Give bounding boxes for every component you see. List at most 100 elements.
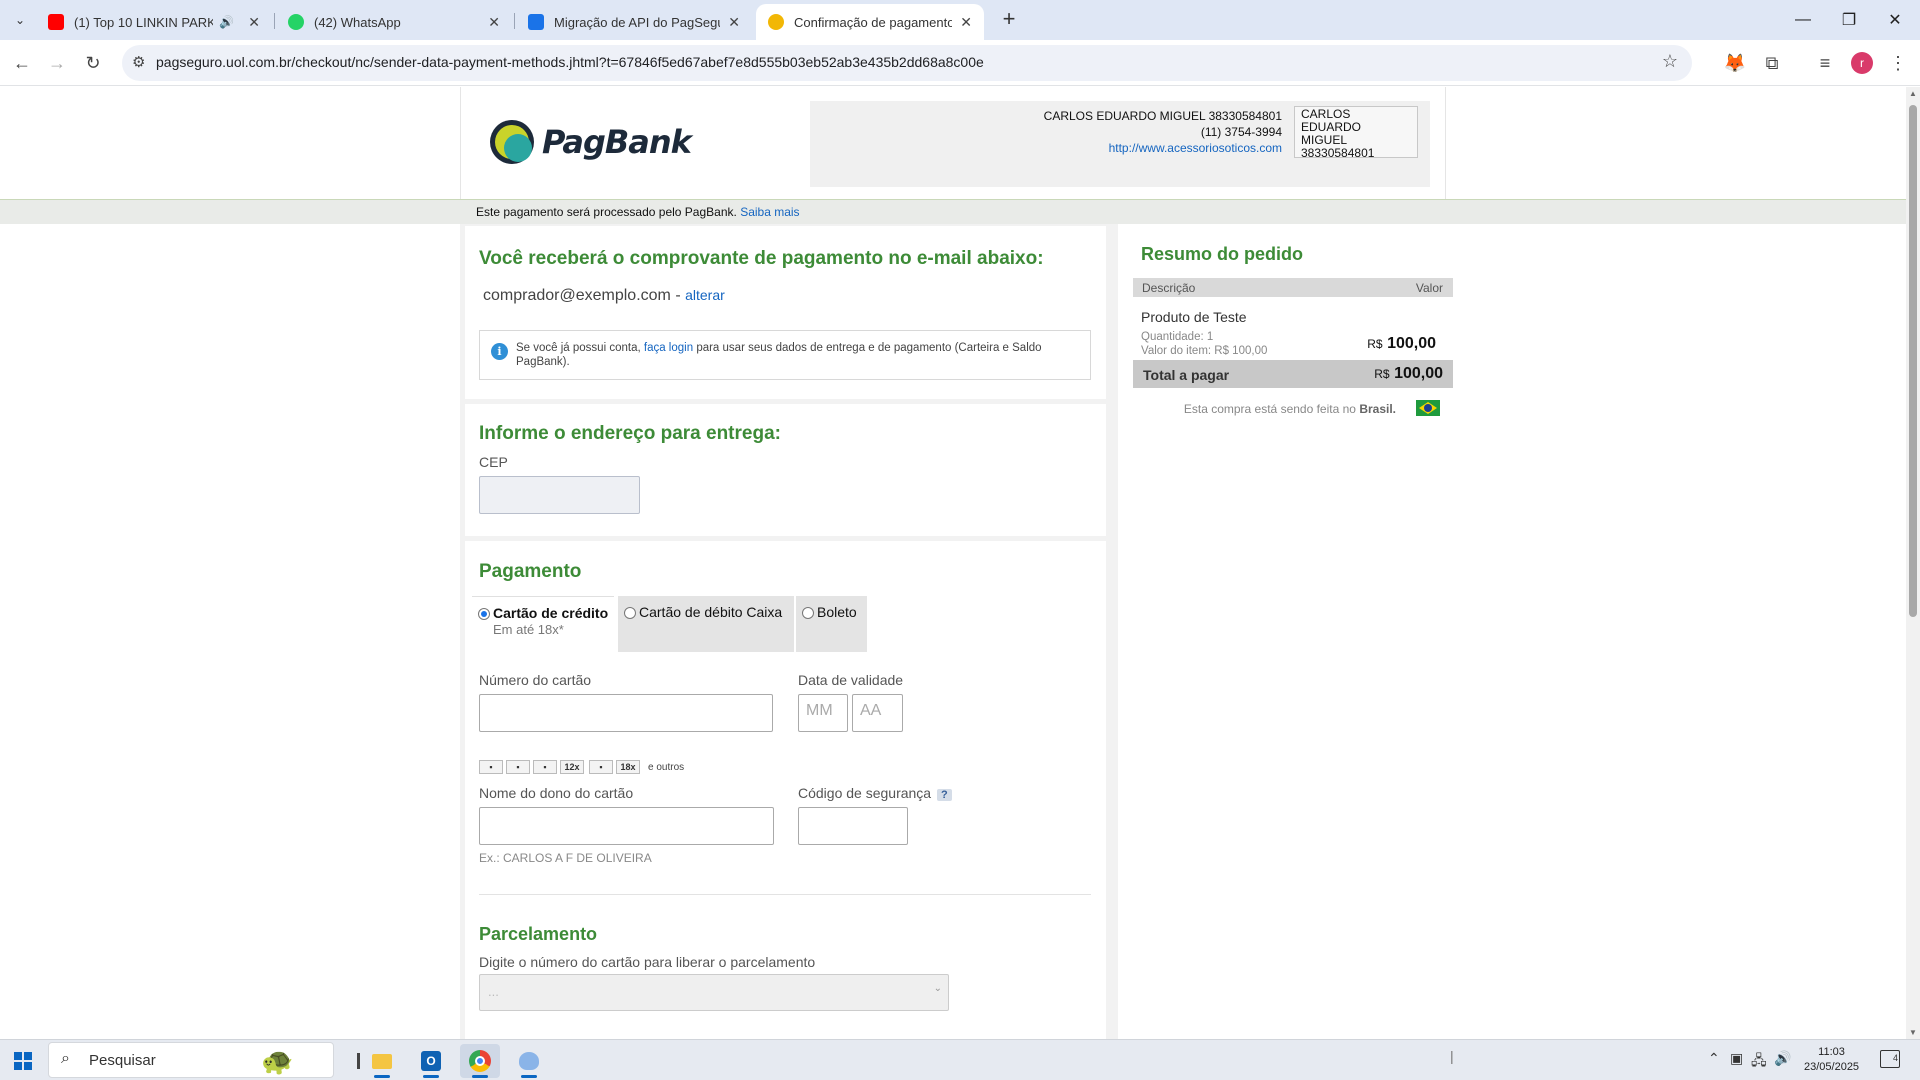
scroll-down-arrow-icon[interactable]: ▼ [1909, 1028, 1917, 1037]
device-icon[interactable]: ▣ [1730, 1050, 1743, 1067]
volume-icon[interactable]: 🔊 [1774, 1050, 1791, 1067]
notification-center-icon[interactable]: 4 [1880, 1050, 1900, 1068]
product-quantity: Quantidade: 1 [1141, 331, 1214, 343]
seller-info: CARLOS EDUARDO MIGUEL 38330584801 (11) 3… [1044, 108, 1282, 156]
country-text: Esta compra está sendo feita no [1183, 402, 1356, 416]
product-total-value: 100,00 [1387, 335, 1436, 352]
expiry-month-input[interactable]: MM [798, 694, 848, 732]
tab-credit-card[interactable]: Cartão de crédito Em até 18x* [472, 596, 614, 652]
seller-card-line: 38330584801 [1301, 146, 1375, 160]
expiry-label: Data de validade [798, 672, 904, 688]
tab-confirmacao[interactable]: Confirmação de pagamento - PagBank ✕ [756, 4, 984, 40]
page-scrollbar[interactable]: ▲ ▼ [1906, 87, 1920, 1039]
saiba-mais-link[interactable]: Saiba mais [740, 205, 799, 219]
buyer-email: comprador@exemplo.com [483, 287, 671, 304]
chevron-down-icon: ⌄ [933, 983, 942, 994]
network-icon[interactable]: 🖧 [1751, 1050, 1767, 1074]
browser-toolbar: ← → ↻ ⚙ pagseguro.uol.com.br/checkout/nc… [0, 40, 1920, 86]
tab-search-button[interactable]: ⌄ [8, 8, 32, 32]
tab-divider [274, 13, 275, 29]
tab-debit-caixa[interactable]: Cartão de débito Caixa [618, 596, 794, 652]
description-column-header: Descrição [1142, 281, 1196, 295]
total-row: Total a pagar R$ 100,00 [1133, 360, 1453, 388]
country-name: Brasil. [1359, 402, 1396, 416]
bookmark-star-icon[interactable]: ☆ [1662, 51, 1678, 72]
brands-others: e outros [648, 761, 685, 773]
credit-card-radio[interactable] [478, 608, 490, 620]
chrome-icon[interactable] [460, 1044, 500, 1078]
browser-menu-icon[interactable]: ⋮ [1884, 49, 1912, 77]
change-email-link[interactable]: alterar [685, 287, 725, 303]
card-number-label: Número do cartão [479, 672, 592, 688]
youtube-icon [48, 14, 64, 30]
tab-title: (42) WhatsApp [314, 14, 401, 30]
currency-symbol: R$ [1374, 367, 1390, 381]
card-number-input[interactable] [479, 694, 773, 732]
total-amount: R$ 100,00 [1374, 365, 1443, 383]
close-tab-icon[interactable]: ✕ [728, 14, 740, 31]
cep-input[interactable] [479, 476, 640, 514]
paint-app-icon[interactable] [509, 1044, 549, 1078]
expiry-year-input[interactable]: AA [852, 694, 903, 732]
outlook-icon[interactable]: O [411, 1044, 451, 1078]
close-tab-icon[interactable]: ✕ [488, 14, 500, 31]
close-tab-icon[interactable]: ✕ [248, 14, 260, 31]
forward-button[interactable]: → [43, 49, 71, 77]
speaker-icon[interactable]: 🔊 [219, 15, 234, 29]
address-bar[interactable]: ⚙ pagseguro.uol.com.br/checkout/nc/sende… [122, 45, 1692, 81]
installments-select-value: ... [488, 984, 499, 999]
boleto-radio[interactable] [802, 607, 814, 619]
extensions-icon[interactable]: ⧉ [1758, 49, 1786, 77]
product-total: R$ 100,00 [1367, 335, 1436, 353]
tab-divider [514, 13, 515, 29]
taskbar-search[interactable]: ⌕ Pesquisar 🐢 [48, 1042, 334, 1078]
system-clock[interactable]: 11:03 23/05/2025 [1804, 1045, 1859, 1075]
checkout-page: PagBank CARLOS EDUARDO MIGUEL 3833058480… [0, 87, 1906, 1039]
boleto-label: Boleto [817, 604, 857, 620]
installments-12x-badge: 12x [560, 760, 584, 774]
pagseguro-doc-icon [528, 14, 544, 30]
file-explorer-icon[interactable] [362, 1044, 402, 1078]
tab-boleto[interactable]: Boleto [796, 596, 867, 652]
login-info-box: i Se você já possui conta, faça login pa… [479, 330, 1091, 380]
expiry-month-placeholder: MM [806, 702, 833, 719]
close-tab-icon[interactable]: ✕ [960, 14, 972, 31]
login-link[interactable]: faça login [644, 342, 693, 354]
close-window-button[interactable]: ✕ [1872, 0, 1918, 40]
debit-card-label: Cartão de débito Caixa [639, 604, 783, 620]
reload-button[interactable]: ↻ [79, 49, 107, 77]
tab-youtube[interactable]: (1) Top 10 LINKIN PARK Songs 🔊 ✕ [36, 4, 272, 40]
cvv-help-icon[interactable]: ? [937, 789, 952, 801]
holder-name-input[interactable] [479, 807, 774, 845]
installments-select[interactable]: ... ⌄ [479, 974, 949, 1011]
amex-icon: ▪ [533, 760, 557, 774]
processing-notice-text: Este pagamento será processado pelo PagB… [476, 205, 737, 219]
brazil-flag-icon [1416, 400, 1440, 416]
scroll-up-arrow-icon[interactable]: ▲ [1909, 89, 1917, 98]
seller-site-link[interactable]: http://www.acessoriosoticos.com [1109, 141, 1282, 155]
show-hidden-icons-chevron-icon[interactable]: ⌃ [1708, 1050, 1720, 1067]
section-divider [479, 894, 1091, 895]
media-control-icon[interactable]: ≡ [1811, 49, 1839, 77]
scrollbar-thumb[interactable] [1909, 105, 1917, 617]
back-button[interactable]: ← [8, 49, 36, 77]
email-section: Você receberá o comprovante de pagamento… [465, 226, 1106, 399]
search-icon: ⌕ [61, 1050, 70, 1067]
total-value: 100,00 [1394, 365, 1443, 382]
tab-migracao[interactable]: Migração de API do PagSeguro ✕ [516, 4, 752, 40]
new-tab-button[interactable]: + [995, 6, 1023, 34]
windows-start-icon[interactable] [14, 1052, 32, 1070]
tab-whatsapp[interactable]: (42) WhatsApp ✕ [276, 4, 512, 40]
minimize-button[interactable]: — [1780, 0, 1826, 40]
cvv-input[interactable] [798, 807, 908, 845]
holder-name-hint: Ex.: CARLOS A F DE OLIVEIRA [479, 851, 652, 865]
metamask-extension-icon[interactable]: 🦊 [1721, 49, 1749, 77]
order-summary: Resumo do pedido Descrição Valor Produto… [1118, 224, 1453, 1039]
restore-button[interactable]: ❐ [1826, 0, 1872, 40]
taskbar-divider-icon: | [1450, 1048, 1454, 1064]
email-line: comprador@exemplo.com - alterar [483, 287, 725, 305]
site-info-icon[interactable]: ⚙ [132, 53, 145, 71]
email-section-title: Você receberá o comprovante de pagamento… [479, 248, 1044, 269]
profile-avatar[interactable]: r [1851, 52, 1873, 74]
debit-card-radio[interactable] [624, 607, 636, 619]
